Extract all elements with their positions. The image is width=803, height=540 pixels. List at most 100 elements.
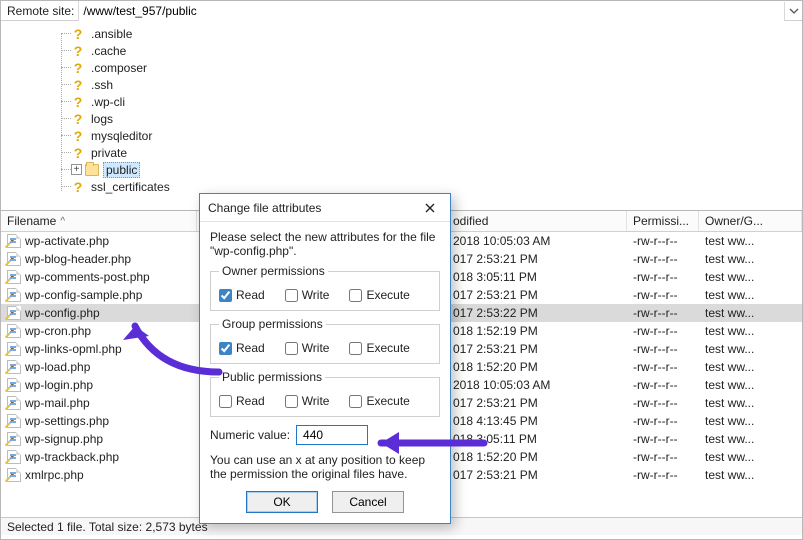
unknown-folder-icon: ?	[71, 147, 85, 159]
file-name: wp-links-opml.php	[25, 342, 122, 356]
php-file-icon	[7, 270, 21, 284]
dialog-message: Please select the new attributes for the…	[210, 230, 440, 258]
tree-item-label: private	[89, 146, 129, 160]
group-read-label[interactable]: Read	[219, 341, 265, 355]
column-header-owner[interactable]: Owner/G...	[699, 211, 802, 231]
tree-expander-icon[interactable]: +	[71, 164, 82, 175]
php-file-icon	[7, 324, 21, 338]
file-modified: 017 2:53:21 PM	[447, 252, 627, 266]
file-permissions: -rw-r--r--	[627, 252, 699, 266]
status-text: Selected 1 file. Total size: 2,573 bytes	[7, 520, 208, 534]
tree-item-label: .ssh	[89, 78, 115, 92]
php-file-icon	[7, 360, 21, 374]
owner-read-label[interactable]: Read	[219, 288, 265, 302]
tree-item[interactable]: ? .composer	[71, 59, 172, 76]
public-read-checkbox[interactable]	[219, 395, 232, 408]
group-permissions-legend: Group permissions	[219, 317, 326, 331]
app-root: Remote site: ?.ansible?.cache?.composer?…	[0, 0, 803, 540]
dialog-hint: You can use an x at any position to keep…	[210, 453, 440, 481]
file-owner: test ww...	[699, 306, 802, 320]
tree-item-label: .wp-cli	[89, 95, 127, 109]
folder-icon	[85, 164, 99, 176]
cancel-button[interactable]: Cancel	[332, 491, 404, 513]
group-write-checkbox[interactable]	[285, 342, 298, 355]
file-modified: 018 3:05:11 PM	[447, 270, 627, 284]
column-header-filename[interactable]: Filename^	[1, 211, 197, 231]
file-modified: 018 3:05:11 PM	[447, 432, 627, 446]
unknown-folder-icon: ?	[71, 28, 85, 40]
owner-write-label[interactable]: Write	[285, 288, 330, 302]
file-owner: test ww...	[699, 234, 802, 248]
tree-item[interactable]: ? ssl_certificates	[71, 178, 172, 195]
tree-item-label: ssl_certificates	[89, 180, 172, 194]
php-file-icon	[7, 234, 21, 248]
file-owner: test ww...	[699, 378, 802, 392]
tree-item[interactable]: ?mysqleditor	[71, 127, 172, 144]
file-name: wp-activate.php	[25, 234, 109, 248]
group-execute-checkbox[interactable]	[349, 342, 362, 355]
file-permissions: -rw-r--r--	[627, 342, 699, 356]
file-permissions: -rw-r--r--	[627, 270, 699, 284]
group-read-checkbox[interactable]	[219, 342, 232, 355]
file-name: wp-blog-header.php	[25, 252, 131, 266]
tree-item[interactable]: +public	[71, 161, 172, 178]
ok-button[interactable]: OK	[246, 491, 318, 513]
group-write-label[interactable]: Write	[285, 341, 330, 355]
php-file-icon	[7, 432, 21, 446]
file-name: wp-settings.php	[25, 414, 109, 428]
file-modified: 017 2:53:21 PM	[447, 396, 627, 410]
public-execute-label[interactable]: Execute	[349, 394, 409, 408]
php-file-icon	[7, 378, 21, 392]
file-modified: 017 2:53:21 PM	[447, 288, 627, 302]
public-read-label[interactable]: Read	[219, 394, 265, 408]
dialog-titlebar[interactable]: Change file attributes	[200, 194, 450, 222]
close-icon	[424, 202, 436, 214]
numeric-value-input[interactable]	[296, 425, 368, 445]
group-execute-label[interactable]: Execute	[349, 341, 409, 355]
file-permissions: -rw-r--r--	[627, 450, 699, 464]
public-write-label[interactable]: Write	[285, 394, 330, 408]
unknown-folder-icon: ?	[71, 62, 85, 74]
remote-site-dropdown-icon[interactable]	[784, 2, 802, 20]
dialog-close-button[interactable]	[418, 197, 442, 219]
unknown-folder-icon: ?	[71, 96, 85, 108]
php-file-icon	[7, 252, 21, 266]
tree-item[interactable]: ? .wp-cli	[71, 93, 172, 110]
file-modified: 017 2:53:21 PM	[447, 468, 627, 482]
public-permissions-group: Public permissions Read Write Execute	[210, 370, 440, 417]
file-permissions: -rw-r--r--	[627, 468, 699, 482]
file-owner: test ww...	[699, 324, 802, 338]
tree-item[interactable]: ? private	[71, 144, 172, 161]
remote-tree-pane: ? .ansible?.cache? .composer? .ssh? .wp-cli?…	[1, 21, 802, 211]
column-header-modified[interactable]: odified	[447, 211, 627, 231]
file-permissions: -rw-r--r--	[627, 324, 699, 338]
owner-read-checkbox[interactable]	[219, 289, 232, 302]
file-modified: 018 1:52:20 PM	[447, 450, 627, 464]
sort-indicator-icon: ^	[60, 216, 65, 227]
tree-item-label: .composer	[89, 61, 149, 75]
public-execute-checkbox[interactable]	[349, 395, 362, 408]
tree-item-label: .ansible	[89, 27, 134, 41]
tree-item[interactable]: ? .ssh	[71, 76, 172, 93]
owner-write-checkbox[interactable]	[285, 289, 298, 302]
file-owner: test ww...	[699, 450, 802, 464]
file-owner: test ww...	[699, 342, 802, 356]
tree-item[interactable]: ?.cache	[71, 42, 172, 59]
column-header-permissions[interactable]: Permissi...	[627, 211, 699, 231]
owner-execute-checkbox[interactable]	[349, 289, 362, 302]
remote-site-input[interactable]	[78, 1, 784, 21]
file-permissions: -rw-r--r--	[627, 306, 699, 320]
unknown-folder-icon: ?	[71, 181, 85, 193]
file-name: xmlrpc.php	[25, 468, 84, 482]
owner-execute-label[interactable]: Execute	[349, 288, 409, 302]
unknown-folder-icon: ?	[71, 79, 85, 91]
file-modified: 018 1:52:20 PM	[447, 360, 627, 374]
file-name: wp-config-sample.php	[25, 288, 142, 302]
tree-item[interactable]: ? .ansible	[71, 25, 172, 42]
file-owner: test ww...	[699, 252, 802, 266]
public-write-checkbox[interactable]	[285, 395, 298, 408]
tree-item[interactable]: ?logs	[71, 110, 172, 127]
owner-permissions-group: Owner permissions Read Write Execute	[210, 264, 440, 311]
file-owner: test ww...	[699, 414, 802, 428]
file-modified: 018 4:13:45 PM	[447, 414, 627, 428]
